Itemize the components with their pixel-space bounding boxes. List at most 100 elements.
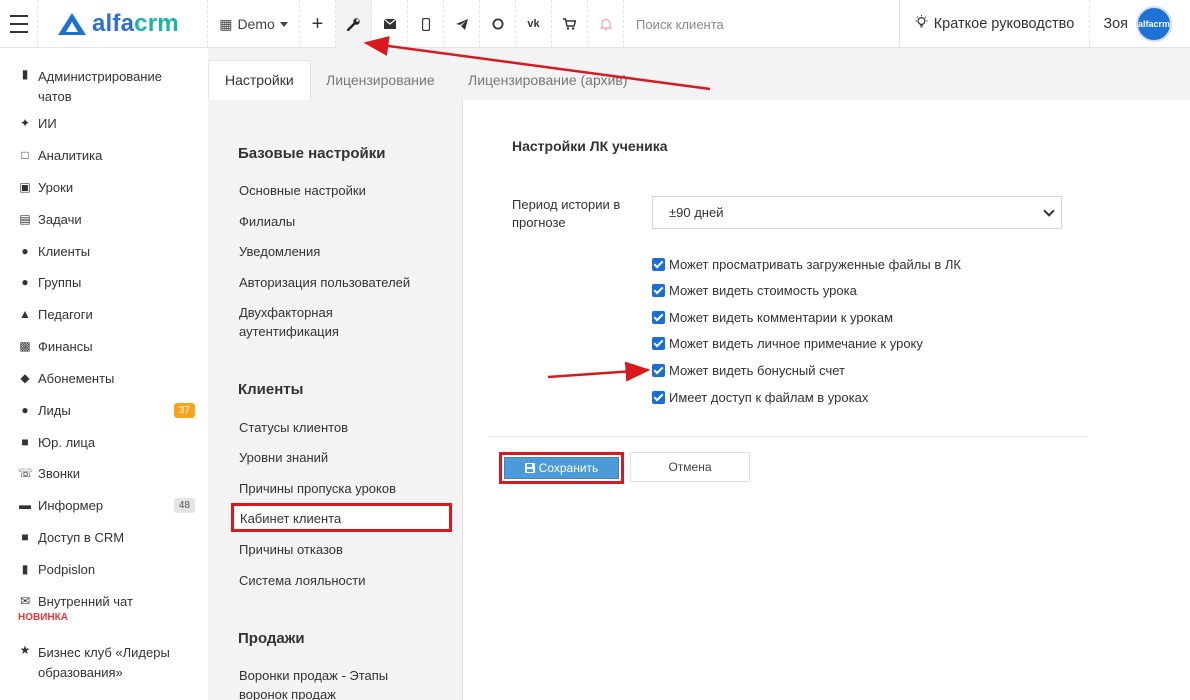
- tab-licensing[interactable]: Лицензирование: [310, 60, 451, 100]
- menu-icon[interactable]: [0, 0, 38, 48]
- settings-link-client-cabinet[interactable]: Кабинет клиента: [231, 503, 452, 532]
- checkbox-row[interactable]: Может видеть стоимость урока: [652, 283, 857, 298]
- new-feature-tag: НОВИНКА: [18, 612, 68, 623]
- clipboard-icon: ▤: [19, 212, 31, 226]
- sidebar-item-label: Лиды: [38, 403, 71, 418]
- sidebar-item-label: Внутренний чат: [38, 594, 133, 609]
- settings-link[interactable]: Воронки продаж - Этапы воронок продаж: [239, 666, 419, 700]
- sidebar-item-label: Абонементы: [38, 371, 115, 386]
- page-title: Настройки ЛК ученика: [512, 138, 668, 154]
- tab-licensing-archive[interactable]: Лицензирование (архив): [452, 60, 644, 100]
- org-selector[interactable]: ▦ Demo: [208, 0, 300, 48]
- settings-link[interactable]: Система лояльности: [239, 571, 439, 590]
- checkbox[interactable]: [652, 364, 665, 377]
- briefcase-icon: ■: [21, 435, 29, 449]
- checkbox-row[interactable]: Имеет доступ к файлам в уроках: [652, 390, 868, 405]
- quick-guide-link[interactable]: Краткое руководство: [900, 0, 1090, 48]
- chat-icon: ▮: [21, 67, 29, 81]
- tab-bar: Настройки Лицензирование Лицензирование …: [208, 48, 1190, 100]
- sidebar-item-calls[interactable]: ☏ Звонки: [18, 466, 198, 481]
- cart-icon[interactable]: [552, 0, 588, 48]
- map-icon: □: [21, 148, 29, 162]
- settings-content: Настройки ЛК ученика Период истории в пр…: [463, 100, 1190, 700]
- cancel-button[interactable]: Отмена: [630, 452, 750, 482]
- settings-link[interactable]: Основные настройки: [239, 181, 439, 200]
- sidebar-item-chat-admin[interactable]: ▮ Администрирование чатов: [18, 67, 198, 107]
- period-label: Период истории в прогнозе: [512, 197, 621, 230]
- user-name: Зоя: [1103, 16, 1128, 32]
- period-select-value: ±90 дней: [669, 205, 724, 220]
- checkbox-row-bonus[interactable]: Может видеть бонусный счет: [652, 363, 845, 378]
- wrench-icon[interactable]: [336, 0, 372, 48]
- settings-link[interactable]: Филиалы: [239, 212, 439, 231]
- top-bar: alfacrm ▦ Demo + vk Поиск клиента Кратко…: [0, 0, 1190, 48]
- settings-link[interactable]: Уведомления: [239, 242, 439, 261]
- sidebar-item-subscriptions[interactable]: ◆ Абонементы: [18, 371, 198, 386]
- users-icon: ●: [21, 275, 29, 289]
- sidebar-item-business-club[interactable]: ★ Бизнес клуб «Лидеры образования»: [18, 643, 198, 683]
- sidebar-item-leads[interactable]: ● Лиды 37: [18, 403, 198, 418]
- sidebar-item-teachers[interactable]: ▲ Педагоги: [18, 307, 198, 322]
- whatsapp-icon[interactable]: [480, 0, 516, 48]
- telegram-icon[interactable]: [444, 0, 480, 48]
- quick-guide-label: Краткое руководство: [933, 16, 1075, 32]
- envelope-icon: ✉: [19, 594, 31, 608]
- sidebar-item-tasks[interactable]: ▤ Задачи: [18, 212, 198, 227]
- user-menu[interactable]: Зоя alfacrm: [1090, 0, 1190, 48]
- sidebar-item-label: Задачи: [38, 212, 82, 227]
- sidebar-item-clients[interactable]: ● Клиенты: [18, 244, 198, 259]
- period-select[interactable]: ±90 дней: [652, 196, 1062, 229]
- settings-link[interactable]: Двухфакторная аутентификация: [239, 303, 369, 341]
- plus-icon[interactable]: +: [300, 0, 336, 48]
- org-selector-label: Demo: [237, 16, 275, 32]
- checkbox[interactable]: [652, 258, 665, 271]
- checkbox-label: Может видеть комментарии к урокам: [669, 310, 894, 325]
- client-search-input[interactable]: Поиск клиента: [624, 0, 900, 48]
- sidebar-item-legal-entities[interactable]: ■ Юр. лица: [18, 435, 198, 450]
- sidebar-item-groups[interactable]: ● Группы: [18, 275, 198, 290]
- sidebar-item-informer[interactable]: ▬ Информер 48: [18, 498, 198, 513]
- checkbox-row[interactable]: Может видеть комментарии к урокам: [652, 310, 893, 325]
- sparkle-icon: ✦: [19, 116, 31, 130]
- sidebar-item-analytics[interactable]: □ Аналитика: [18, 148, 198, 163]
- checkbox-label: Имеет доступ к файлам в уроках: [669, 390, 869, 405]
- vk-icon[interactable]: vk: [516, 0, 552, 48]
- sidebar-item-label: Podpislon: [38, 562, 96, 577]
- settings-link[interactable]: Причины отказов: [239, 540, 439, 559]
- checkbox[interactable]: [652, 284, 665, 297]
- sidebar-item-label: Финансы: [38, 339, 93, 354]
- sidebar-item-crm-access[interactable]: ■ Доступ в CRM: [18, 530, 198, 545]
- save-button[interactable]: Сохранить: [504, 457, 619, 479]
- sidebar-item-finance[interactable]: ▩ Финансы: [18, 339, 198, 354]
- section-title-sales: Продажи: [238, 630, 305, 647]
- tab-settings[interactable]: Настройки: [208, 60, 311, 100]
- checkbox-row[interactable]: Может видеть личное примечание к уроку: [652, 336, 923, 351]
- checkbox[interactable]: [652, 391, 665, 404]
- sidebar-item-label: Аналитика: [38, 148, 103, 163]
- sidebar-item-ai[interactable]: ✦ ИИ: [18, 116, 198, 131]
- app-logo[interactable]: alfacrm: [38, 0, 208, 48]
- section-title-basic: Базовые настройки: [238, 145, 386, 162]
- star-icon: ★: [19, 643, 31, 657]
- mobile-icon[interactable]: [408, 0, 444, 48]
- checkbox-row[interactable]: Может просматривать загруженные файлы в …: [652, 257, 961, 272]
- building-icon: ▦: [219, 15, 233, 32]
- phone-icon: ☏: [18, 466, 34, 480]
- sidebar-item-label: Информер: [38, 498, 104, 513]
- sidebar-item-internal-chat[interactable]: ✉ Внутренний чат: [18, 594, 198, 609]
- graduation-cap-icon: ▲: [19, 307, 31, 321]
- checkbox[interactable]: [652, 311, 665, 324]
- sidebar-item-podpislon[interactable]: ▮ Podpislon: [18, 562, 198, 577]
- sidebar-item-lessons[interactable]: ▣ Уроки: [18, 180, 198, 195]
- divider: [488, 436, 1088, 437]
- checkbox-label: Может просматривать загруженные файлы в …: [669, 257, 961, 272]
- section-title-clients: Клиенты: [238, 381, 304, 398]
- bell-icon[interactable]: [588, 0, 624, 48]
- settings-link[interactable]: Уровни знаний: [239, 448, 439, 467]
- settings-link[interactable]: Статусы клиентов: [239, 418, 439, 437]
- checkbox[interactable]: [652, 337, 665, 350]
- search-placeholder: Поиск клиента: [636, 16, 724, 32]
- settings-link[interactable]: Авторизация пользователей: [239, 273, 439, 292]
- envelope-icon[interactable]: [372, 0, 408, 48]
- settings-link[interactable]: Причины пропуска уроков: [239, 479, 439, 498]
